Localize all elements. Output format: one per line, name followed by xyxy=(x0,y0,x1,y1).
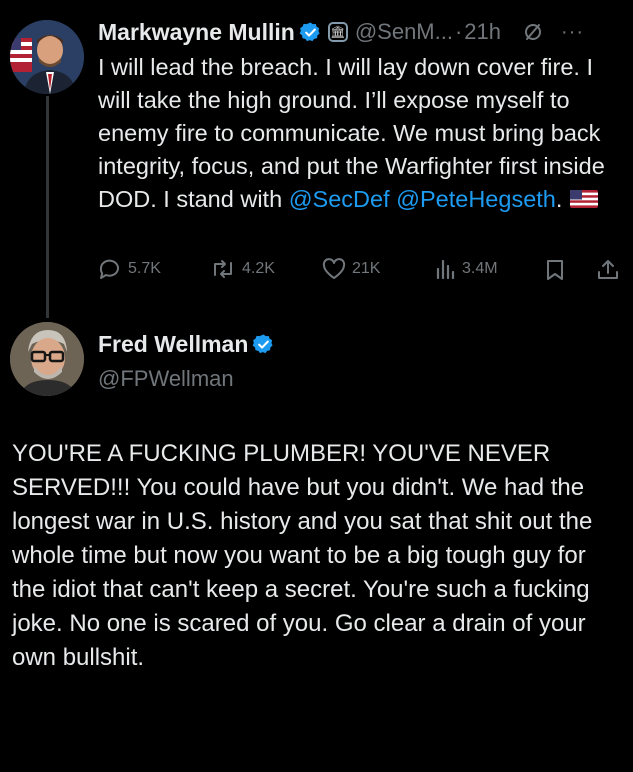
thread-connector-line xyxy=(46,96,49,318)
avatar-fred-wellman[interactable] xyxy=(10,322,84,396)
muted-conversation-icon[interactable] xyxy=(523,22,543,42)
reply-icon xyxy=(99,259,119,279)
avatar-markwayne-mullin[interactable] xyxy=(10,20,84,94)
bookmark-action[interactable] xyxy=(544,258,572,282)
reply-author-name[interactable]: Fred Wellman xyxy=(98,331,248,358)
share-icon xyxy=(598,260,618,279)
bookmark-icon xyxy=(547,260,563,280)
original-tweet: Markwayne Mullin 🏛 @SenM... · 21h ··· I … xyxy=(98,14,625,217)
reply-author-handle[interactable]: @FPWellman xyxy=(98,366,275,392)
views-chart-icon xyxy=(436,259,455,280)
reply-count: 5.7K xyxy=(128,260,161,277)
us-flag-emoji xyxy=(570,184,599,217)
repost-count: 4.2K xyxy=(242,260,275,277)
tweet-body: I will lead the breach. I will lay down … xyxy=(98,51,618,217)
more-options-icon[interactable]: ··· xyxy=(561,21,584,44)
heart-icon xyxy=(322,258,346,279)
verified-badge-icon xyxy=(253,333,273,353)
tweet-body-end: . xyxy=(555,186,563,212)
government-building-icon: 🏛 xyxy=(327,22,348,42)
views-count: 3.4M xyxy=(462,260,498,277)
author-name[interactable]: Markwayne Mullin xyxy=(98,19,295,46)
tweet-header: Markwayne Mullin 🏛 @SenM... · 21h ··· xyxy=(98,14,625,50)
separator-dot: · xyxy=(454,19,463,44)
like-action[interactable]: 21K xyxy=(322,258,380,280)
avatar-photo xyxy=(10,322,84,396)
share-action[interactable] xyxy=(596,258,626,282)
mention-petehegseth[interactable]: @PeteHegseth xyxy=(396,186,556,212)
repost-action[interactable]: 4.2K xyxy=(210,258,275,280)
quoted-reply-author: Fred Wellman @FPWellman xyxy=(98,326,275,392)
reply-action[interactable]: 5.7K xyxy=(98,258,161,280)
avatar-photo xyxy=(10,20,84,94)
like-count: 21K xyxy=(352,260,381,277)
repost-icon xyxy=(214,260,232,278)
verified-badge-icon xyxy=(299,21,320,41)
timestamp[interactable]: 21h xyxy=(464,19,501,45)
tweet-actions-bar: 5.7K 4.2K 21K 3.4M xyxy=(98,258,626,286)
views-action[interactable]: 3.4M xyxy=(434,258,498,280)
reply-body-text: YOU'RE A FUCKING PLUMBER! YOU'VE NEVER S… xyxy=(12,440,593,671)
author-handle[interactable]: @SenM... xyxy=(355,19,453,45)
mention-secdef[interactable]: @SecDef xyxy=(289,186,390,212)
reply-header: Fred Wellman xyxy=(98,326,275,362)
